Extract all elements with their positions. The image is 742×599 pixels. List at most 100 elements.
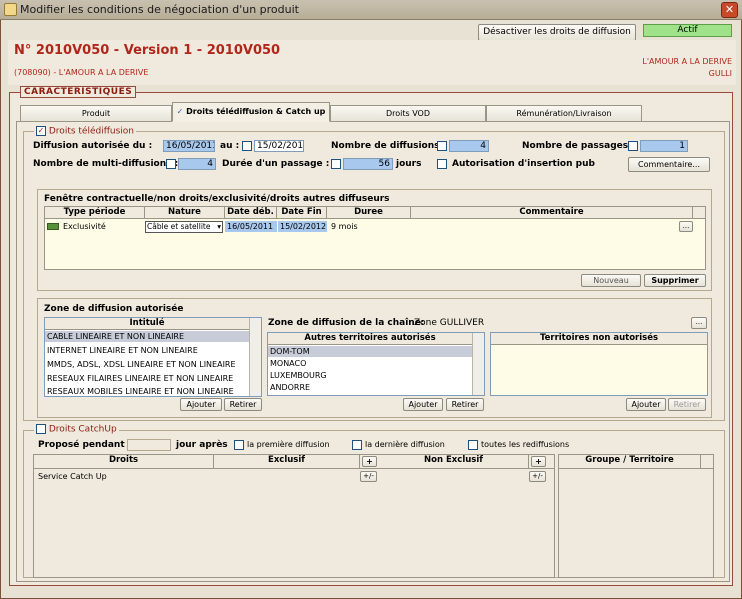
first-broadcast-checkbox[interactable] [234, 440, 244, 450]
territory-item[interactable]: MONACO [268, 358, 472, 369]
row-nature-select[interactable]: Câble et satellite ▾ [145, 221, 223, 233]
delete-button[interactable]: Supprimer [644, 274, 706, 287]
date-to-checkbox[interactable] [242, 141, 252, 151]
tab-vod[interactable]: Droits VOD [330, 105, 486, 122]
multi-broadcasts-field[interactable]: 4 [178, 158, 216, 170]
authorized-scrollbar[interactable] [472, 333, 484, 395]
row-duration: 9 mois [331, 222, 358, 231]
title-bar: Modifier les conditions de négociation d… [0, 0, 742, 20]
zone-item[interactable]: RESEAUX FILAIRES LINEAIRE ET NON LINEAIR… [45, 373, 249, 384]
non-auth-add-button[interactable]: Ajouter [626, 398, 666, 411]
proposed-label: Proposé pendant : [38, 440, 132, 450]
channel-zone-button[interactable]: ... [691, 317, 707, 329]
exclusive-toggle-button[interactable]: +/- [360, 471, 377, 482]
zone-add-button[interactable]: Ajouter [180, 398, 222, 411]
authorized-territories-list[interactable]: Autres territoires autorisés DOM-TOM MON… [267, 332, 485, 396]
col-group-territory: Groupe / Territoire [559, 455, 701, 469]
zone-label: Zone de diffusion autorisée [44, 304, 184, 314]
comment-button[interactable]: Commentaire... [628, 157, 710, 172]
catchup-checkbox[interactable] [36, 424, 46, 434]
col-type: Type période [45, 207, 145, 219]
app-icon [4, 3, 17, 16]
row-type: Exclusivité [63, 222, 106, 231]
window-title: Modifier les conditions de négociation d… [20, 3, 299, 16]
zone-item[interactable]: MMDS, ADSL, XDSL LINEAIRE ET NON LINEAIR… [45, 359, 249, 370]
exclusive-add-button[interactable]: + [362, 456, 377, 467]
last-broadcast-label: la dernière diffusion [365, 440, 445, 449]
product-title: N° 2010V050 - Version 1 - 2010V050 [14, 43, 281, 58]
date-from-field[interactable]: 16/05/2011 [163, 140, 215, 152]
catchup-label: Droits CatchUp [48, 424, 117, 435]
tab-broadcast-rights-label: Droits télédiffusion & Catch up [186, 107, 326, 116]
nonexclusive-add-button[interactable]: + [531, 456, 546, 467]
tab-remuneration[interactable]: Rémunération/Livraison [486, 105, 642, 122]
col-start: Date déb. [225, 207, 277, 219]
zone-list[interactable]: Intitulé CABLE LINEAIRE ET NON LINEAIRE … [44, 317, 262, 397]
contract-grid-header: Type période Nature Date déb. Date Fin D… [45, 207, 705, 219]
row-start[interactable]: 16/05/2011 [225, 221, 277, 232]
territory-remove-button[interactable]: Retirer [446, 398, 484, 411]
zone-item[interactable]: RESEAUX MOBILES LINEAIRE ET NON LINEAIRE [45, 386, 249, 396]
num-broadcasts-checkbox[interactable] [437, 141, 447, 151]
territory-item[interactable]: DOM-TOM [268, 346, 472, 357]
channel-zone-value: Zone GULLIVER [414, 318, 485, 328]
col-duration: Duree [327, 207, 411, 219]
all-rebroadcasts-label: toutes les rediffusions [481, 440, 570, 449]
tab-broadcast-rights[interactable]: ✓ Droits télédiffusion & Catch up [172, 102, 330, 122]
row-pointer-icon [47, 223, 59, 230]
ad-insert-checkbox[interactable] [437, 159, 447, 169]
contract-grid: Type période Nature Date déb. Date Fin D… [44, 206, 706, 270]
date-to-field[interactable]: 15/02/2012 [254, 140, 304, 152]
catchup-row[interactable]: Service Catch Up +/- +/- [34, 470, 554, 484]
authorized-from-label: Diffusion autorisée du : [33, 141, 153, 151]
multi-broadcasts-label: Nombre de multi-diffusions : [33, 159, 179, 169]
zone-list-header: Intitulé [45, 318, 249, 330]
new-button[interactable]: Nouveau [581, 274, 641, 287]
passage-duration-checkbox[interactable] [331, 159, 341, 169]
zone-item[interactable]: INTERNET LINEAIRE ET NON LINEAIRE [45, 345, 249, 356]
zone-remove-button[interactable]: Retirer [224, 398, 262, 411]
col-rights: Droits [34, 455, 214, 469]
nonexclusive-toggle-button[interactable]: +/- [529, 471, 546, 482]
num-passages-field[interactable]: 1 [640, 140, 688, 152]
broadcast-rights-legend: ✓ Droits télédiffusion [34, 126, 137, 137]
product-name-right: L'AMOUR A LA DERIVE [642, 57, 732, 66]
col-exclusive: Exclusif [214, 455, 360, 469]
status-badge: Actif [643, 24, 732, 37]
territory-add-button[interactable]: Ajouter [403, 398, 443, 411]
territory-item[interactable]: ANDORRE [268, 382, 472, 393]
num-broadcasts-label: Nombre de diffusions : [331, 141, 447, 151]
proposed-field[interactable] [127, 439, 171, 451]
num-passages-label: Nombre de passages : [522, 141, 635, 151]
group-territory-header: Groupe / Territoire [559, 455, 713, 469]
territory-item[interactable]: LUXEMBOURG [268, 370, 472, 381]
all-rebroadcasts-checkbox[interactable] [468, 440, 478, 450]
broadcast-rights-checkbox[interactable]: ✓ [36, 126, 46, 136]
zone-list-scrollbar[interactable] [249, 318, 261, 396]
non-auth-remove-button[interactable]: Retirer [668, 398, 706, 411]
catchup-grid: Droits Exclusif + Non Exclusif + Service… [33, 454, 555, 578]
num-broadcasts-field[interactable]: 4 [449, 140, 489, 152]
characteristics-label: CARACTERISTIQUES [20, 86, 137, 98]
close-icon[interactable]: ✕ [721, 2, 738, 18]
num-passages-checkbox[interactable] [628, 141, 638, 151]
contract-row[interactable]: Exclusivité Câble et satellite ▾ 16/05/2… [45, 220, 705, 234]
deactivate-rights-button[interactable]: Désactiver les droits de diffusion [478, 24, 636, 41]
passage-duration-label: Durée d'un passage : [222, 159, 330, 169]
chevron-down-icon: ▾ [217, 222, 221, 231]
tab-check-icon: ✓ [176, 107, 184, 116]
tab-produit[interactable]: Produit [20, 105, 172, 122]
row-comment-button[interactable]: ... [679, 221, 693, 232]
row-end[interactable]: 15/02/2012 [278, 221, 327, 232]
passage-duration-field[interactable]: 56 [343, 158, 393, 170]
contract-window-label: Fenêtre contractuelle/non droits/exclusi… [44, 194, 390, 204]
zone-item[interactable]: CABLE LINEAIRE ET NON LINEAIRE [45, 331, 249, 342]
catchup-row-label: Service Catch Up [38, 472, 107, 481]
multi-broadcasts-checkbox[interactable] [166, 159, 176, 169]
duration-unit-label: jours [396, 159, 422, 169]
last-broadcast-checkbox[interactable] [352, 440, 362, 450]
authorized-header: Autres territoires autorisés [268, 333, 472, 345]
first-broadcast-label: la première diffusion [247, 440, 330, 449]
channel-name: GULLI [708, 69, 732, 78]
non-authorized-territories-list[interactable]: Territoires non autorisés [490, 332, 708, 396]
